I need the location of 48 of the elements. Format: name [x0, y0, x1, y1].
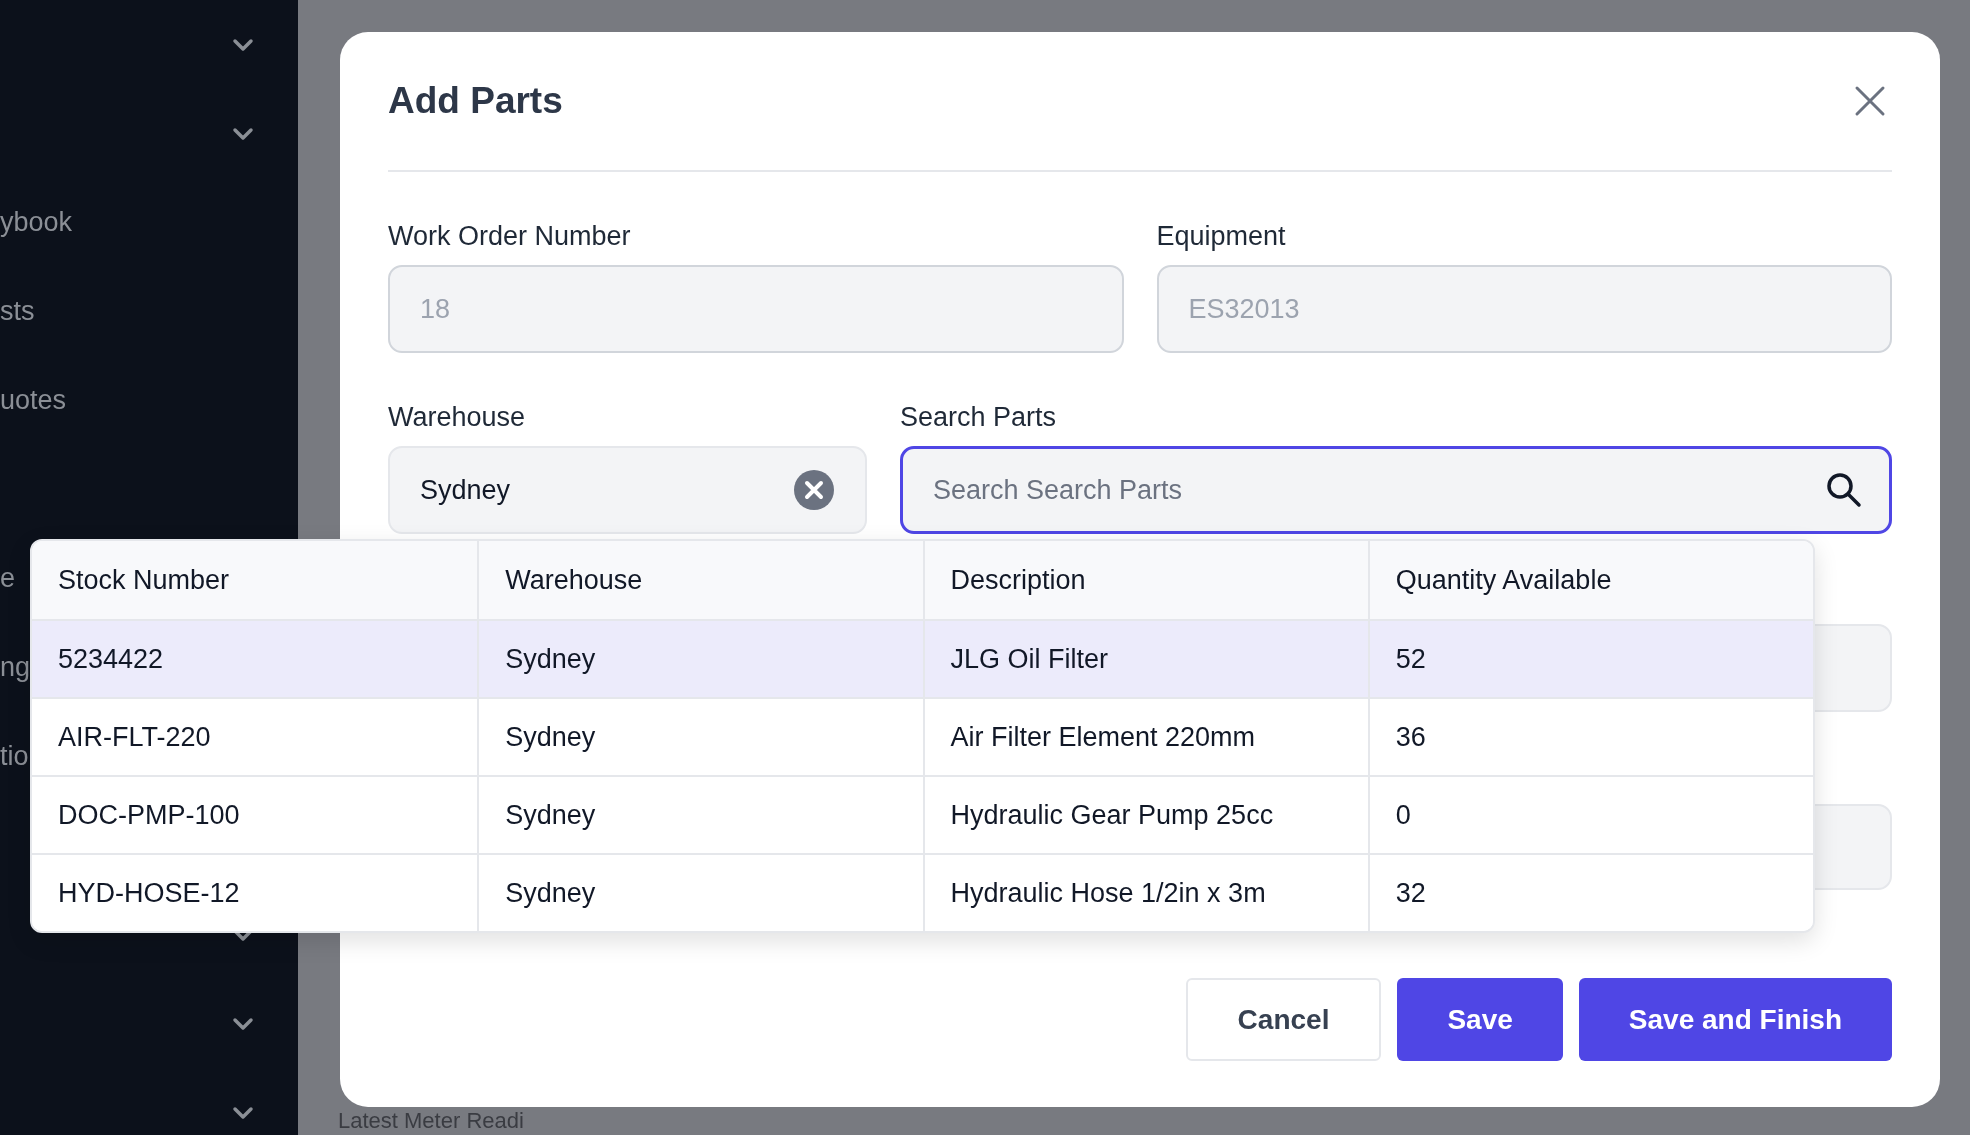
column-header: Stock Number	[57, 563, 231, 597]
search-field[interactable]: Search Search Parts	[900, 446, 1892, 534]
sidebar-item[interactable]: ybook	[0, 202, 73, 243]
chevron-down-icon[interactable]	[232, 126, 254, 141]
table-cell: 52	[1367, 621, 1813, 697]
table-cell: 36	[1367, 699, 1813, 775]
table-cell: Hydraulic Gear Pump 25cc	[922, 777, 1368, 853]
select-field[interactable]: Sydney	[388, 446, 867, 534]
sidebar-item[interactable]: uotes	[0, 380, 67, 421]
column-header: Description	[922, 541, 1368, 619]
table-cell-text: DOC-PMP-100	[57, 798, 241, 832]
table-cell: Hydraulic Hose 1/2in x 3m	[922, 855, 1368, 931]
primary-button[interactable]: Save and Finish	[1578, 978, 1892, 1061]
table-cell: 32	[1367, 855, 1813, 931]
result-row[interactable]: AIR-FLT-220 Sydney Air Filter Element 220mm 36	[32, 699, 1813, 777]
result-row[interactable]: HYD-HOSE-12 Sydney Hydraulic Hose 1/2in x 3m 32	[32, 855, 1813, 931]
table-cell-text: HYD-HOSE-12	[57, 876, 241, 910]
sidebar-item[interactable]: sts	[0, 291, 35, 332]
table-cell-text: AIR-FLT-220	[57, 720, 212, 754]
search-icon[interactable]	[1826, 472, 1862, 508]
field-label: Equipment	[1156, 220, 1286, 252]
field-label: Work Order Number	[388, 220, 631, 252]
result-row[interactable]: DOC-PMP-100 Sydney Hydraulic Gear Pump 25cc 0	[32, 777, 1813, 855]
table-cell: Sydney	[477, 621, 923, 697]
table-cell: Sydney	[477, 855, 923, 931]
table-cell: 0	[1367, 777, 1813, 853]
cancel-button[interactable]: Cancel	[1185, 978, 1382, 1061]
table-cell: JLG Oil Filter	[922, 621, 1368, 697]
sidebar-item[interactable]: tio	[0, 736, 29, 777]
primary-button[interactable]: Save	[1397, 978, 1563, 1061]
table-cell: Air Filter Element 220mm	[922, 699, 1368, 775]
dialog-title: Add Parts	[388, 79, 563, 124]
column-header: Warehouse	[477, 541, 923, 619]
clear-icon[interactable]	[793, 469, 835, 511]
column-header: Quantity Available	[1367, 541, 1813, 619]
table-cell: Sydney	[477, 777, 923, 853]
close-icon[interactable]	[1854, 85, 1886, 117]
section-heading: Latest Meter Readi	[338, 1108, 524, 1134]
table-cell: Sydney	[477, 699, 923, 775]
sidebar-item[interactable]: ng	[0, 647, 31, 688]
chevron-down-icon[interactable]	[232, 1016, 254, 1031]
chevron-down-icon[interactable]	[232, 37, 254, 52]
table-cell-text: 5234422	[57, 642, 165, 676]
field-label: Warehouse	[388, 401, 526, 433]
sidebar-item[interactable]: e	[0, 558, 16, 599]
chevron-down-icon[interactable]	[232, 1105, 254, 1120]
result-row[interactable]: 5234422 Sydney JLG Oil Filter 52	[32, 621, 1813, 699]
field-label: Search Parts	[900, 401, 1057, 433]
